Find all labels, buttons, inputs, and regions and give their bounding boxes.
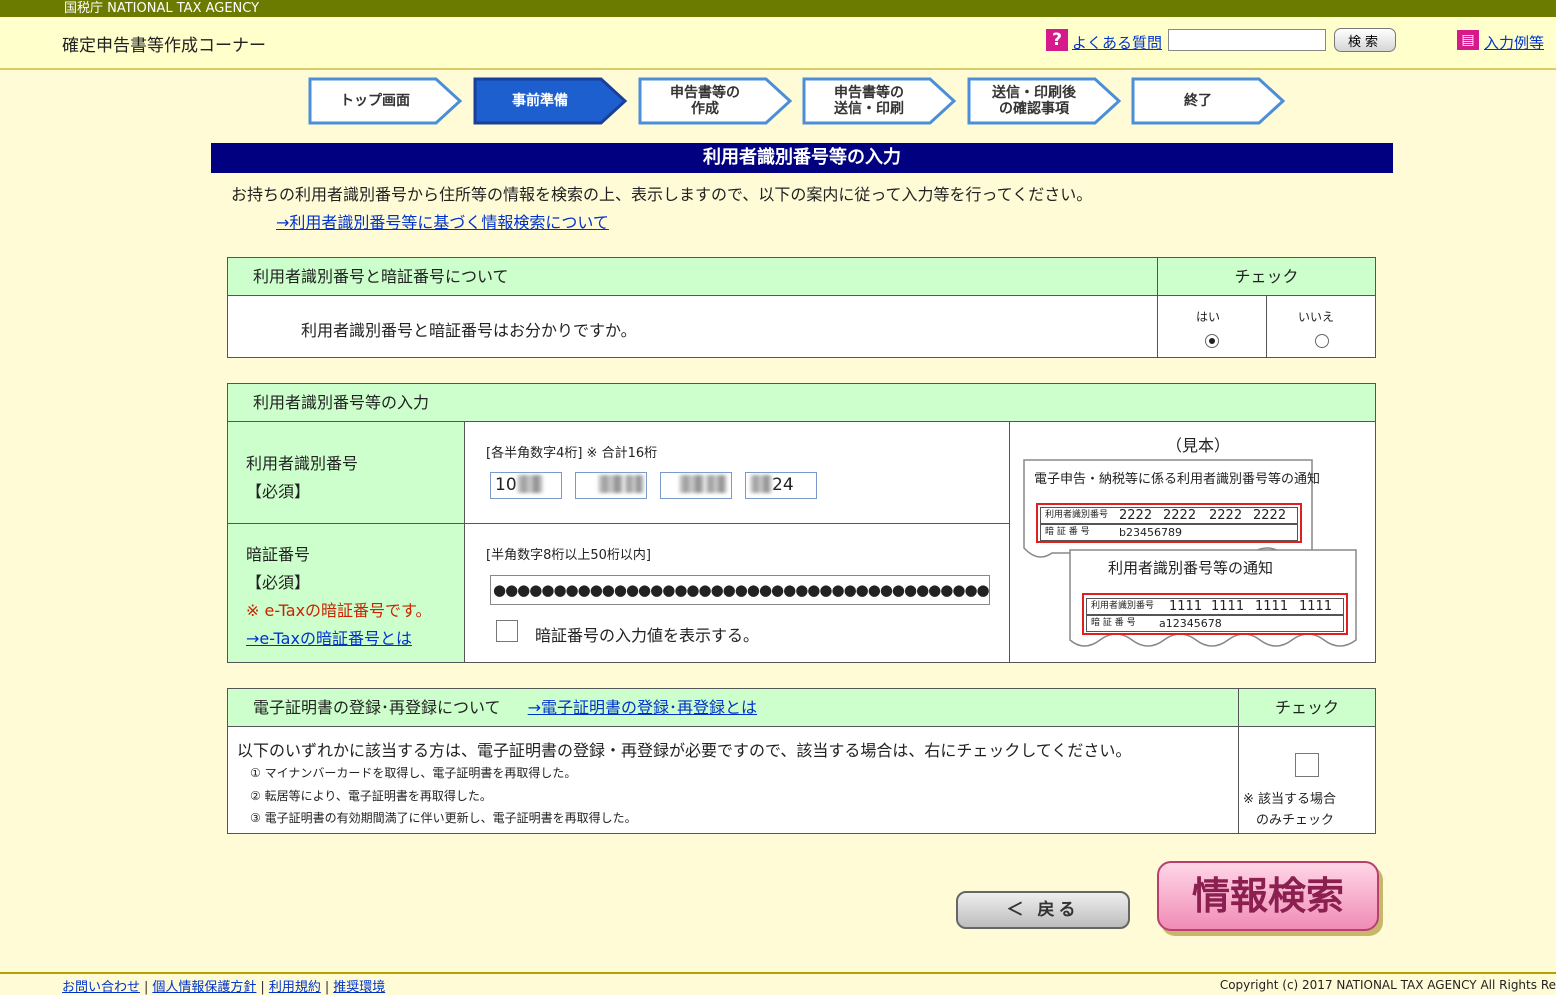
sample-front-id-table: 利用者識別番号 1111 1111 1111 1111 暗 証 番 号 a123… [1082, 593, 1348, 635]
show-password-label: 暗証番号の入力値を表示する。 [535, 626, 760, 645]
id-part-2[interactable] [575, 472, 647, 499]
step-create: 申告書等の 作成 [638, 77, 793, 125]
search-button[interactable]: 検索 [1334, 28, 1396, 52]
step-label: 申告書等の 作成 [670, 85, 740, 117]
certificate-intro: 以下のいずれかに該当する方は、電子証明書の登録・再登録が必要ですので、該当する場… [237, 741, 1132, 760]
search-input[interactable] [1168, 29, 1326, 51]
question-icon[interactable]: ? [1046, 29, 1068, 51]
sample-back-id-table: 利用者識別番号 2222 2222 2222 2222 暗 証 番 号 b234… [1036, 503, 1302, 543]
agency-bar: 国税庁 NATIONAL TAX AGENCY [0, 0, 1556, 17]
pw-note: ※ e-Taxの暗証番号です。 [246, 601, 432, 620]
footer-links: お問い合わせ | 個人情報保護方針 | 利用規約 | 推奨環境 [62, 980, 386, 995]
step-label: 事前準備 [512, 93, 568, 109]
credentials-question-table: 利用者識別番号と暗証番号について チェック 利用者識別番号と暗証番号はお分かりで… [227, 257, 1376, 358]
credentials-header: 利用者識別番号と暗証番号について [228, 258, 1157, 296]
certificate-check-note-2: のみチェック [1256, 813, 1335, 828]
step-preparation: 事前準備 [473, 77, 628, 125]
faq-link[interactable]: よくある質問 [1072, 32, 1162, 53]
yes-radio[interactable] [1205, 334, 1219, 348]
id-required: 【必須】 [246, 482, 311, 501]
pw-label: 暗証番号 [246, 545, 311, 564]
id-label: 利用者識別番号 [246, 454, 359, 473]
pw-about-link[interactable]: →e-Taxの暗証番号とは [246, 625, 412, 649]
step-send-print: 申告書等の 送信・印刷 [802, 77, 957, 125]
step-top: トップ画面 [308, 77, 463, 125]
book-icon[interactable]: ▤ [1457, 30, 1479, 50]
step-label: 送信・印刷後 の確認事項 [992, 85, 1076, 117]
agency-name: 国税庁 NATIONAL TAX AGENCY [64, 1, 260, 16]
copyright: Copyright (c) 2017 NATIONAL TAX AGENCY A… [1219, 978, 1556, 992]
step-end: 終了 [1131, 77, 1286, 125]
no-radio[interactable] [1315, 334, 1329, 348]
sample-front-title: 利用者識別番号等の通知 [1108, 559, 1274, 577]
footer: お問い合わせ | 個人情報保護方針 | 利用規約 | 推奨環境 Copyright (c) … [0, 972, 1556, 995]
pw-hint: [半角数字8桁以上50桁以内] [486, 548, 651, 563]
certificate-checkbox[interactable] [1295, 753, 1319, 777]
page-title: 確定申告書等作成コーナー [62, 36, 266, 56]
certificate-item-1: ① マイナンバーカードを取得し、電子証明書を再取得した。 [250, 766, 577, 780]
certificate-item-3: ③ 電子証明書の有効期間満了に伴い更新し、電子証明書を再取得した。 [250, 811, 637, 825]
step-label: 申告書等の 送信・印刷 [834, 85, 904, 117]
certificate-header-text: 電子証明書の登録･再登録について [253, 698, 501, 717]
show-password-checkbox[interactable] [496, 620, 518, 642]
pw-required: 【必須】 [246, 573, 311, 592]
yes-label: はい [1196, 310, 1221, 324]
back-button[interactable]: ＜ 戻る [956, 891, 1130, 929]
id-input-header: 利用者識別番号等の入力 [228, 384, 1375, 422]
section-banner: 利用者識別番号等の入力 [211, 143, 1393, 173]
progress-steps: トップ画面 事前準備 申告書等の 作成 申告書等の 送信・印刷 送信・印刷後 の… [308, 77, 1288, 125]
id-part-3[interactable] [660, 472, 732, 499]
check-header: チェック [1157, 258, 1375, 296]
certificate-about-link[interactable]: →電子証明書の登録･再登録とは [528, 698, 757, 717]
sample-title: （見本） [1166, 436, 1231, 455]
step-label: トップ画面 [340, 93, 410, 109]
password-input[interactable]: ●●●●●●●●●●●●●●●●●●●●●●●●●●●●●●●●●●●●●●●●… [490, 575, 990, 605]
info-search-button[interactable]: 情報検索 [1157, 861, 1379, 931]
id-part-4[interactable]: 24 [745, 472, 817, 499]
intro-text: お持ちの利用者識別番号から住所等の情報を検索の上、表示しますので、以下の案内に従… [231, 185, 1093, 204]
id-hint: [各半角数字4桁] ※ 合計16桁 [486, 446, 658, 461]
certificate-header: 電子証明書の登録･再登録について →電子証明書の登録･再登録とは [228, 689, 1238, 727]
certificate-check-note-1: ※ 該当する場合 [1243, 792, 1337, 807]
id-part-1[interactable]: 10 [490, 472, 562, 499]
step-confirm: 送信・印刷後 の確認事項 [967, 77, 1122, 125]
certificate-item-2: ② 転居等により、電子証明書を再取得した。 [250, 789, 492, 803]
certificate-check-header: チェック [1238, 689, 1375, 727]
credentials-question: 利用者識別番号と暗証番号はお分かりですか。 [301, 321, 637, 340]
step-label: 終了 [1184, 93, 1212, 109]
info-search-about-link[interactable]: →利用者識別番号等に基づく情報検索について [276, 209, 609, 233]
no-label: いいえ [1298, 310, 1335, 324]
example-link[interactable]: 入力例等 [1484, 32, 1544, 53]
sample-back-id-label: 利用者識別番号 [1045, 510, 1109, 520]
header: 確定申告書等作成コーナー ? よくある質問 検索 ▤ 入力例等 [0, 17, 1556, 70]
sample-back-title: 電子申告・納税等に係る利用者識別番号等の通知 [1034, 472, 1321, 487]
